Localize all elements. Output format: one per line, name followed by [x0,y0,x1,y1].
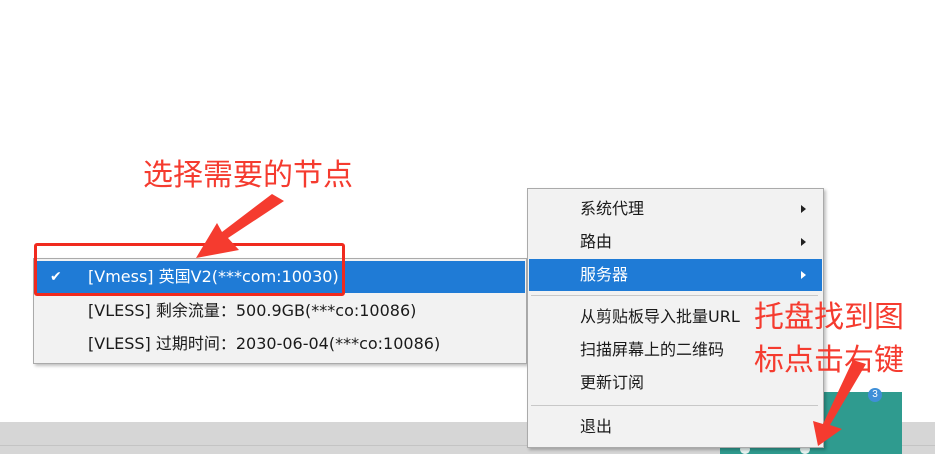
annotation-tray-line2: 标点击右键 [754,343,904,378]
annotation-arrow [196,194,284,258]
annotation-select-node: 选择需要的节点 [143,158,353,193]
annotation-arrows [196,194,866,446]
annotation-tray-line1: 托盘找到图 [754,300,904,335]
